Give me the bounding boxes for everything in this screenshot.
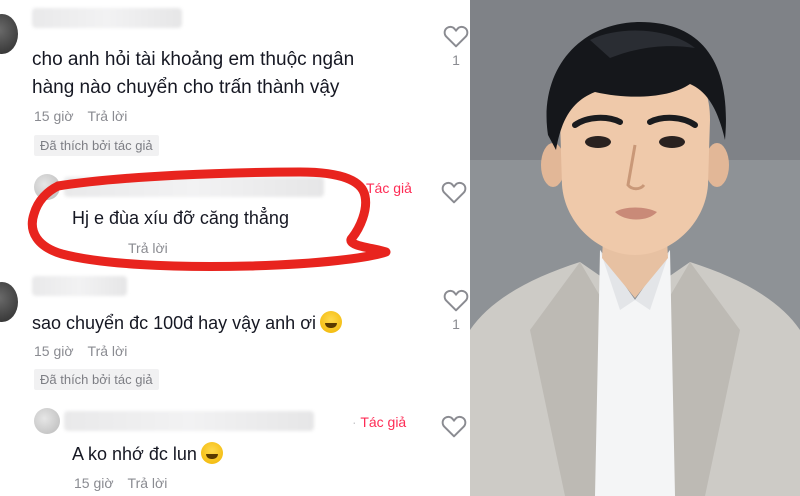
heart-icon[interactable] [441, 414, 467, 438]
heart-icon[interactable] [443, 24, 469, 48]
comment-meta: 15 giờ Trả lời [34, 108, 127, 124]
reply-button[interactable]: Trả lời [128, 240, 168, 256]
blurred-username [32, 276, 127, 296]
comment-time: 15 giờ [74, 475, 114, 491]
comment-text: Hj e đùa xíu đỡ căng thẳng [72, 208, 289, 228]
blurred-username [32, 8, 182, 28]
heart-icon[interactable] [443, 288, 469, 312]
avatar[interactable] [0, 282, 18, 322]
author-tag: · Tác giả [352, 414, 407, 430]
portrait-photo [470, 0, 800, 496]
like-count: 1 [452, 52, 460, 68]
avatar[interactable] [0, 14, 18, 54]
author-tag: Tác giả [366, 180, 412, 196]
comment-text: hàng nào chuyển cho trấn thành vậy [32, 77, 340, 98]
reply-button[interactable]: Trả lời [88, 108, 128, 124]
comment-meta: Trả lời [128, 240, 168, 256]
blurred-username [64, 411, 314, 431]
comments-panel: cho anh hỏi tài khoảng em thuộc ngân hàn… [0, 0, 470, 496]
laughing-emoji-icon [320, 311, 342, 333]
liked-by-author-badge: Đã thích bởi tác giả [34, 135, 159, 156]
blurred-username [64, 177, 324, 197]
avatar[interactable] [34, 174, 60, 200]
comment-time: 15 giờ [34, 343, 74, 359]
comment-text: sao chuyển đc 100đ hay vậy anh ơi [32, 309, 342, 337]
reply-button[interactable]: Trả lời [88, 343, 128, 359]
reply-button[interactable]: Trả lời [128, 475, 168, 491]
grinning-emoji-icon [200, 442, 223, 464]
man-portrait-image [470, 0, 800, 496]
heart-icon[interactable] [441, 180, 467, 204]
comment-text: A ko nhớ đc lun [72, 440, 223, 468]
comment-text: cho anh hỏi tài khoảng em thuộc ngân [32, 49, 355, 70]
comment-time: 15 giờ [34, 108, 74, 124]
liked-by-author-badge: Đã thích bởi tác giả [34, 369, 159, 390]
like-count: 1 [452, 316, 460, 332]
comment-meta: 15 giờ Trả lời [74, 475, 167, 491]
avatar[interactable] [34, 408, 60, 434]
comment-meta: 15 giờ Trả lời [34, 343, 127, 359]
